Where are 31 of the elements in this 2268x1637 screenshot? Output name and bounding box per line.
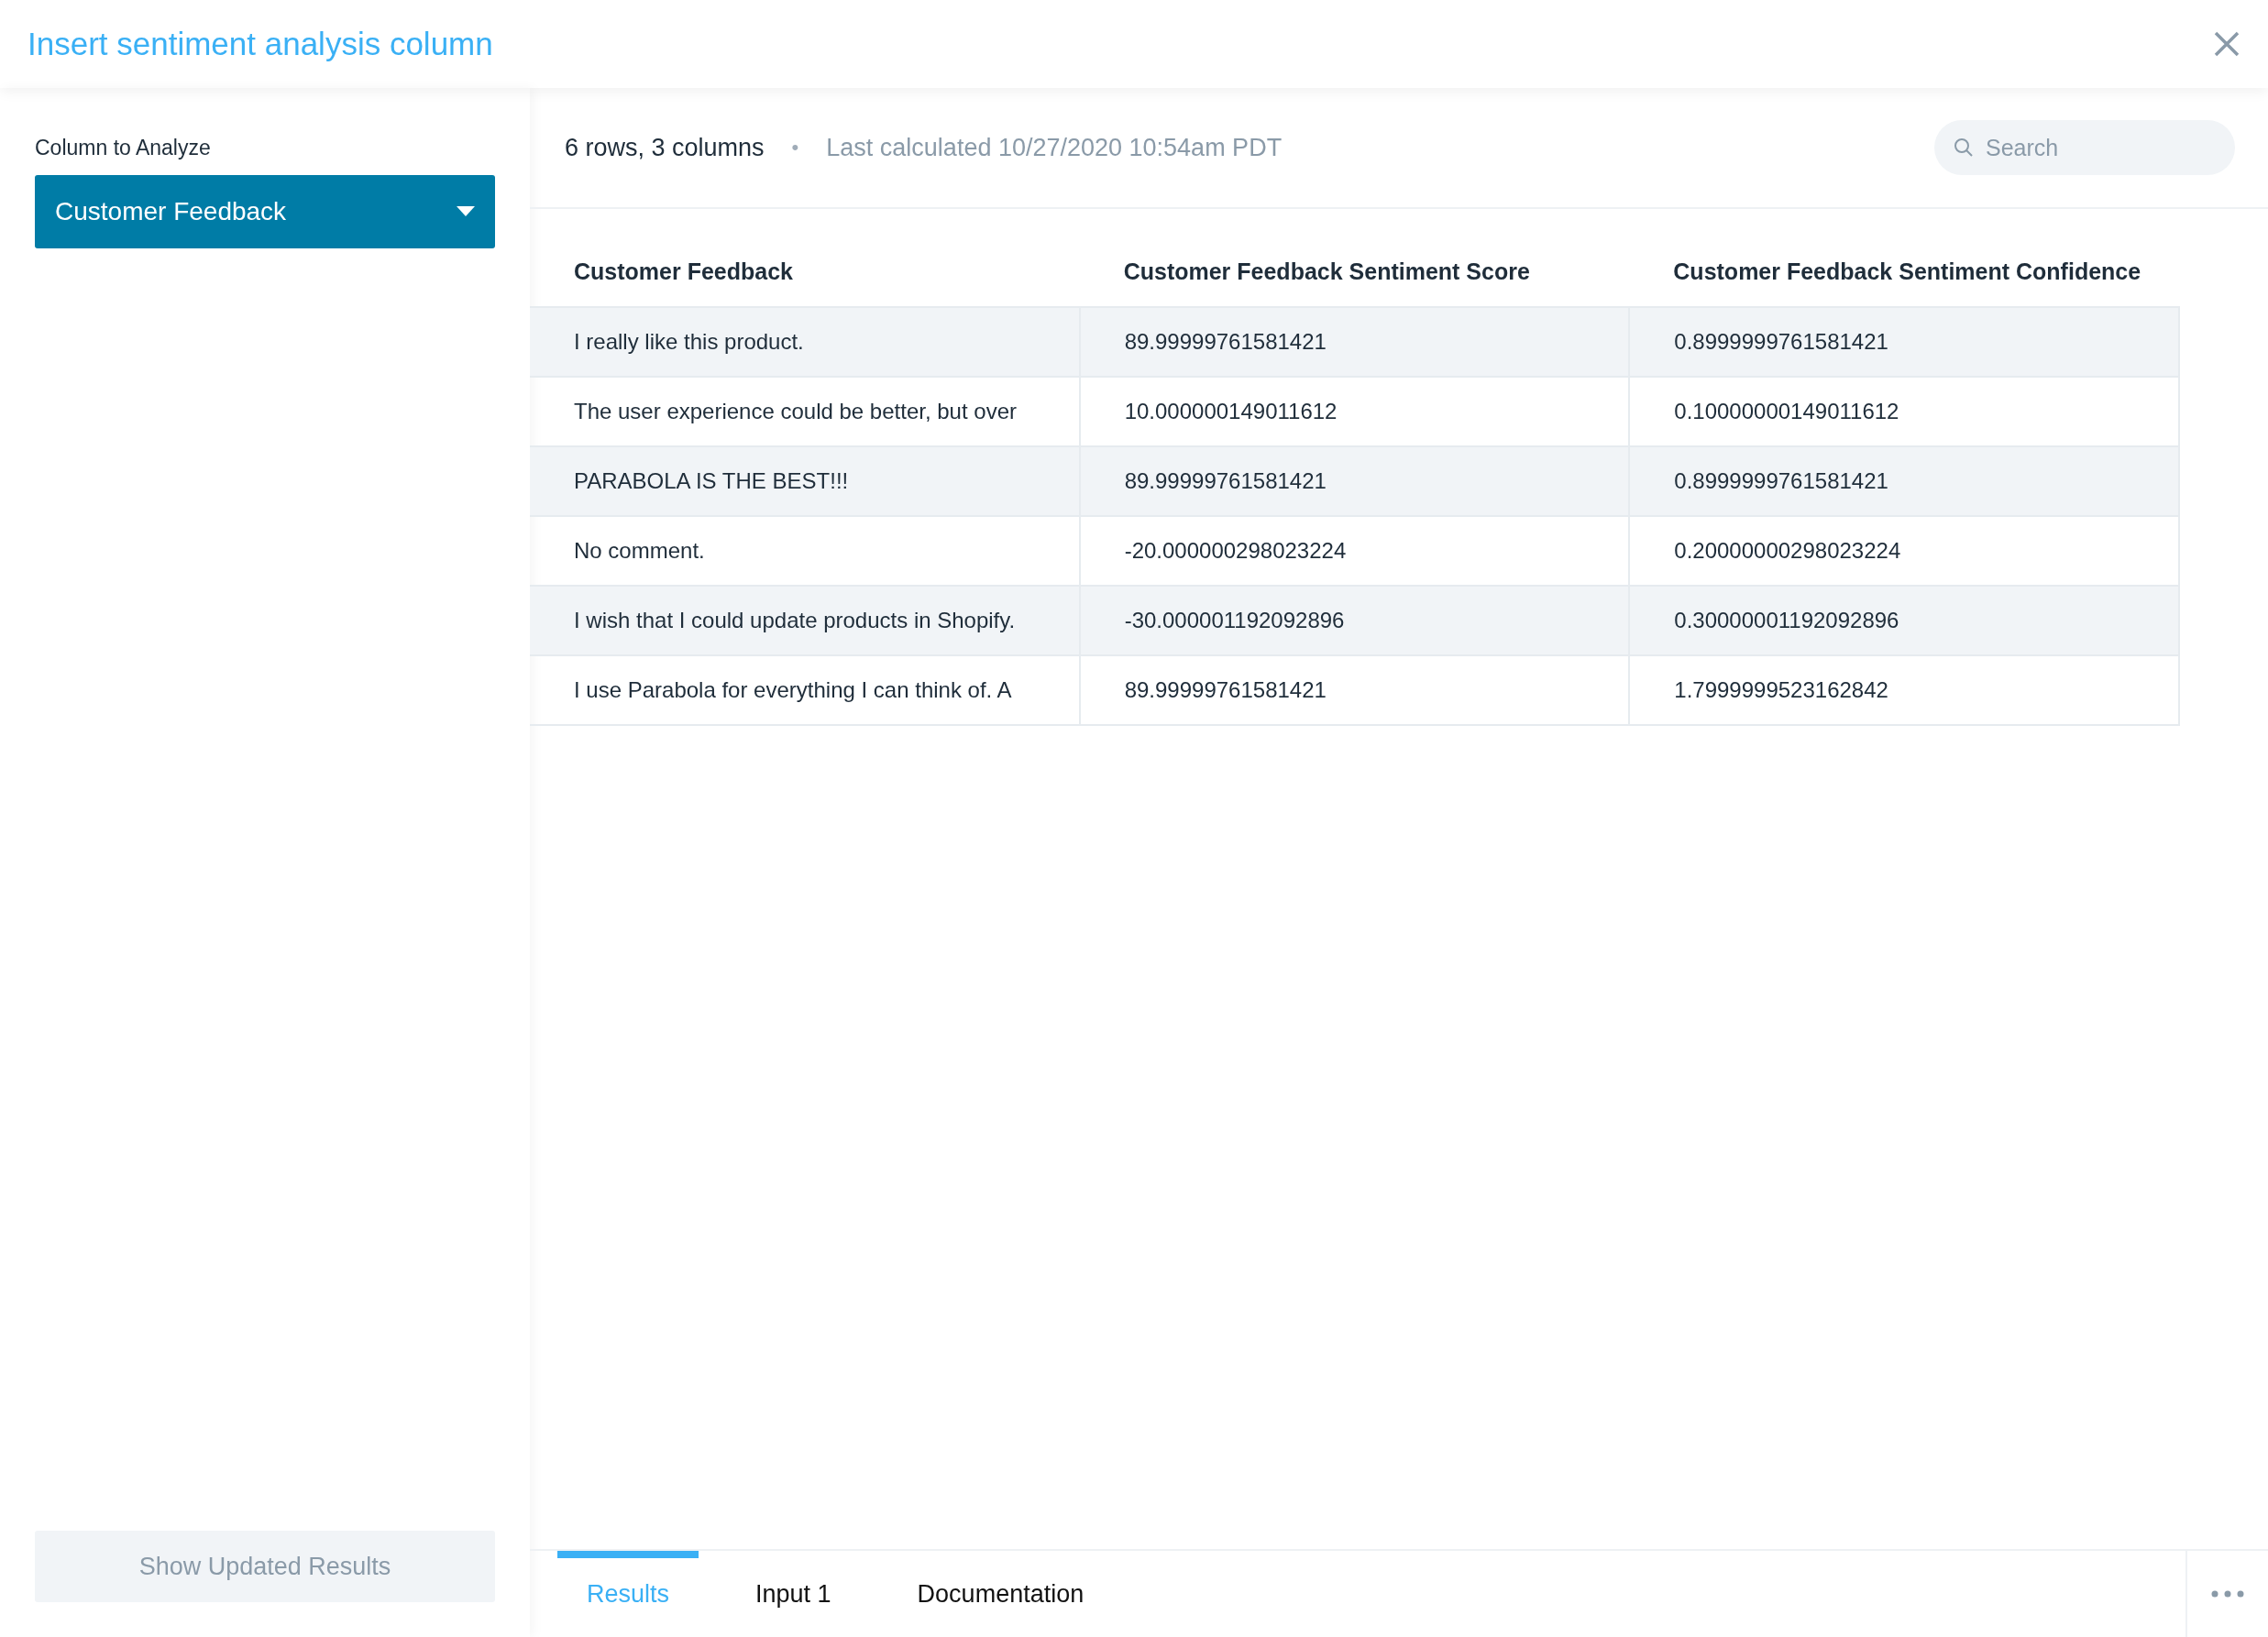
table-cell: 0.30000001192092896 bbox=[1629, 586, 2179, 655]
column-header: Customer Feedback bbox=[530, 236, 1080, 307]
more-icon bbox=[2211, 1590, 2244, 1598]
table-cell: I use Parabola for everything I can think of. A bbox=[530, 655, 1080, 725]
close-icon bbox=[2213, 30, 2240, 58]
column-dropdown[interactable]: Customer Feedback bbox=[35, 175, 495, 248]
table-cell: -30.000001192092896 bbox=[1079, 586, 1630, 655]
table-cell: 0.8999999761581421 bbox=[1629, 446, 2179, 516]
table-cell: 89.99999761581421 bbox=[1079, 446, 1630, 516]
table-cell: PARABOLA IS THE BEST!!! bbox=[530, 446, 1080, 516]
caret-icon bbox=[457, 206, 475, 217]
field-label: Column to Analyze bbox=[35, 136, 212, 160]
column-header: Customer Feedback Sentiment Confidence bbox=[1629, 236, 2179, 307]
table-cell: I wish that I could update products in Shopify. bbox=[530, 586, 1080, 655]
table-cell: 1.7999999523162842 bbox=[1629, 655, 2179, 725]
show-results-button[interactable]: Show Updated Results bbox=[35, 1531, 495, 1602]
column-header: Customer Feedback Sentiment Score bbox=[1079, 236, 1630, 307]
row-count: 6 rows, 3 columns bbox=[565, 133, 765, 162]
close-button[interactable] bbox=[2213, 30, 2240, 58]
last-calculated: Last calculated 10/27/2020 10:54am PDT bbox=[826, 133, 1283, 162]
window-title: Insert sentiment analysis column bbox=[28, 26, 494, 62]
table-cell: I really like this product. bbox=[530, 307, 1080, 377]
tab[interactable]: Results bbox=[557, 1551, 699, 1637]
separator-dot: • bbox=[791, 136, 799, 159]
tab[interactable]: Documentation bbox=[887, 1551, 1114, 1637]
tab[interactable]: Input 1 bbox=[726, 1551, 861, 1637]
table-cell: 0.8999999761581421 bbox=[1629, 307, 2179, 377]
table-cell: 89.99999761581421 bbox=[1079, 655, 1630, 725]
search-icon bbox=[1953, 137, 1975, 159]
search-field[interactable]: Search bbox=[1934, 120, 2235, 175]
table-cell: 89.99999761581421 bbox=[1079, 307, 1630, 377]
